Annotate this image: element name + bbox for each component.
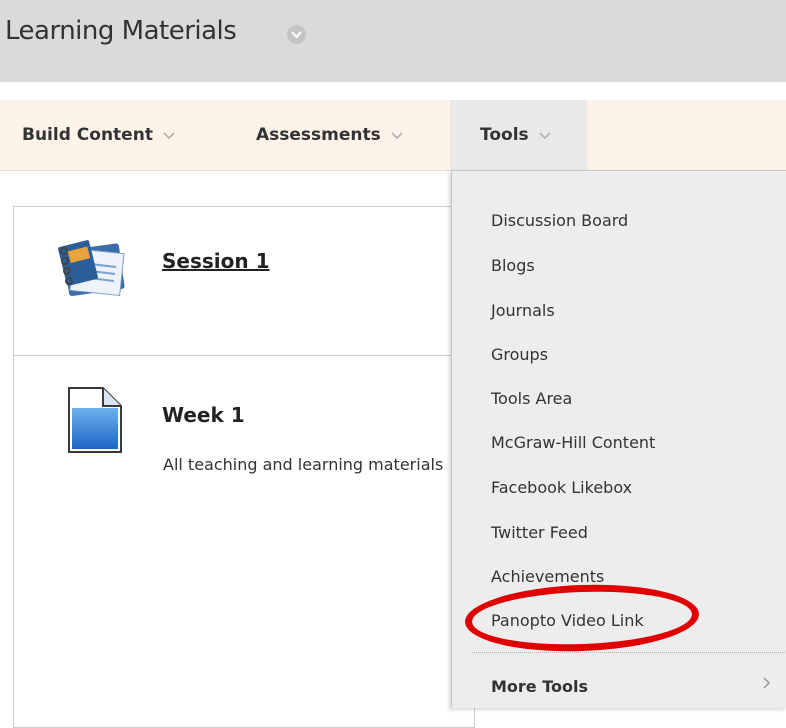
- tools-menu[interactable]: Tools: [450, 100, 587, 170]
- chevron-down-icon: [163, 125, 175, 145]
- item-title-week-1[interactable]: Week 1: [162, 403, 245, 427]
- menu-item-journals[interactable]: Journals: [491, 301, 555, 320]
- title-menu-chevron-icon[interactable]: [287, 25, 306, 44]
- menu-separator: [472, 652, 786, 653]
- menu-item-panopto-video-link[interactable]: Panopto Video Link: [491, 611, 644, 630]
- build-content-menu[interactable]: Build Content: [22, 100, 175, 170]
- menu-item-blogs[interactable]: Blogs: [491, 256, 535, 275]
- item-title-session-1[interactable]: Session 1: [162, 249, 270, 273]
- chevron-down-icon: [539, 125, 551, 145]
- menu-item-more-tools[interactable]: More Tools: [491, 677, 588, 696]
- tools-dropdown-menu: Discussion Board Blogs Journals Groups T…: [451, 170, 786, 708]
- item-description: All teaching and learning materials: [163, 455, 444, 474]
- document-icon: [67, 386, 123, 459]
- content-toolbar: Build Content Assessments Tools: [0, 100, 786, 171]
- menu-item-mcgraw-hill-content[interactable]: McGraw-Hill Content: [491, 433, 655, 452]
- menu-item-achievements[interactable]: Achievements: [491, 567, 604, 586]
- item-divider: [13, 355, 473, 356]
- header-gap: [0, 82, 786, 100]
- assessments-menu[interactable]: Assessments: [256, 100, 403, 170]
- menu-item-tools-area[interactable]: Tools Area: [491, 389, 572, 408]
- menu-item-facebook-likebox[interactable]: Facebook Likebox: [491, 478, 632, 497]
- notebook-icon: [52, 237, 128, 304]
- chevron-down-icon: [391, 125, 403, 145]
- menu-item-groups[interactable]: Groups: [491, 345, 548, 364]
- assessments-label: Assessments: [256, 125, 381, 145]
- menu-item-twitter-feed[interactable]: Twitter Feed: [491, 523, 588, 542]
- chevron-right-icon: [763, 676, 771, 694]
- page-title: Learning Materials: [5, 16, 237, 46]
- tools-label: Tools: [480, 125, 529, 145]
- page-header: Learning Materials: [0, 0, 786, 82]
- build-content-label: Build Content: [22, 125, 153, 145]
- menu-item-discussion-board[interactable]: Discussion Board: [491, 211, 628, 230]
